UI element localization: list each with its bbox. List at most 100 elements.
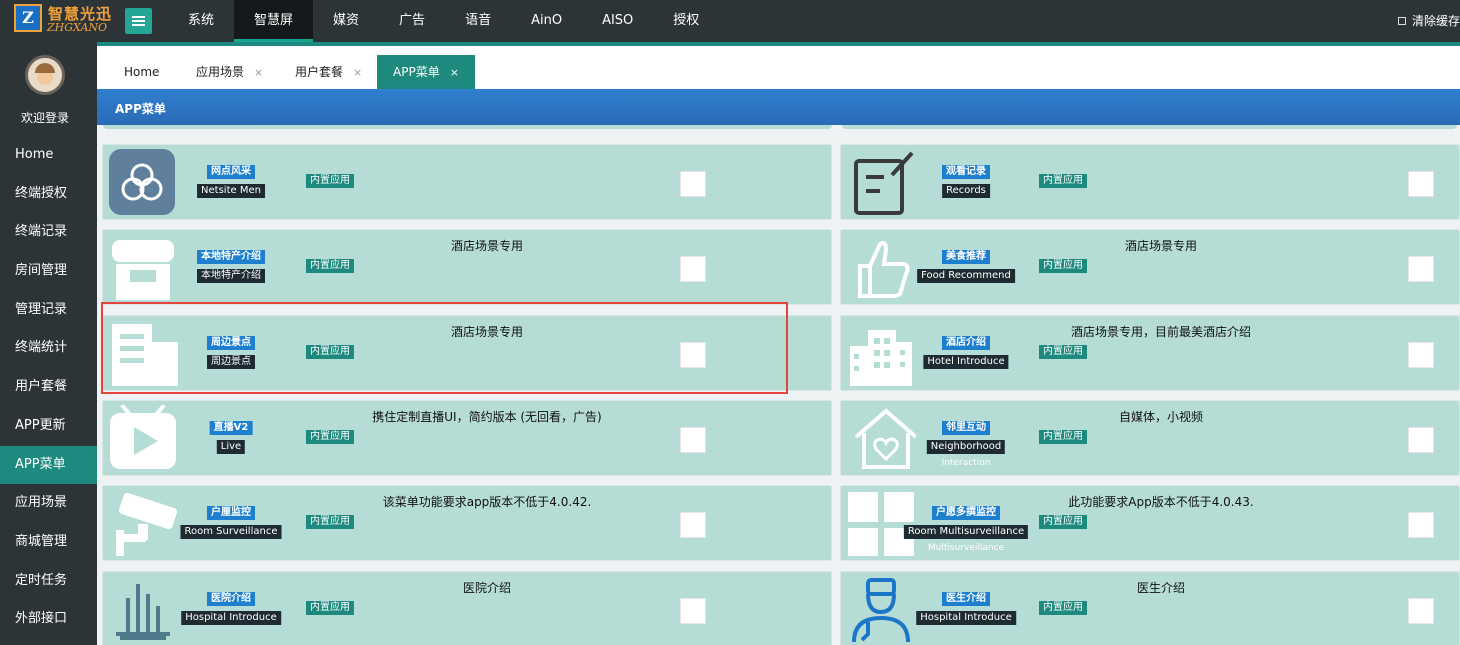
- section-header: APP菜单: [97, 89, 1460, 125]
- app-card[interactable]: 直播V2 Live 内置应用 携住定制直播UI，简约版本 (无回看，广告): [102, 400, 832, 476]
- builtin-app-badge: 内置应用: [1039, 345, 1087, 359]
- app-note: 酒店场景专用: [450, 239, 524, 253]
- app-card[interactable]: 医院介绍 Hospital Introduce 内置应用 医院介绍: [102, 571, 832, 645]
- app-name-cn: 酒店介绍: [942, 336, 990, 350]
- app-name-cn: 邻里互动: [942, 421, 990, 435]
- app-card[interactable]: 酒店介绍 Hotel Introduce 内置应用 酒店场景专用，目前最美酒店介绍: [840, 315, 1460, 391]
- builtin-app-badge: 内置应用: [1039, 259, 1087, 273]
- app-name-cn: 户厘监控: [207, 506, 255, 520]
- app-card[interactable]: 本地特产介绍 本地特产介绍 内置应用 酒店场景专用: [102, 229, 832, 305]
- sidebar-item[interactable]: APP菜单: [0, 445, 97, 485]
- tab-item[interactable]: Home: [124, 55, 184, 89]
- doctor-icon: [846, 576, 916, 643]
- topnav-item[interactable]: AISO: [582, 0, 653, 42]
- hamburger-icon-line: [132, 20, 145, 22]
- app-name-cn: 美食推荐: [942, 250, 990, 264]
- app-card[interactable]: 户厘监控 Room Surveillance 内置应用 该菜单功能要求app版本不低于…: [102, 485, 832, 561]
- trash-icon: [1397, 17, 1406, 25]
- sidebar-item[interactable]: 终端统计: [0, 329, 97, 368]
- app-name-cn: 观看记录: [942, 165, 990, 179]
- app-card[interactable]: 观看记录 Records 内置应用: [840, 144, 1460, 220]
- close-icon[interactable]: ×: [353, 66, 362, 79]
- clear-cache-button[interactable]: 清除缓存: [1397, 0, 1460, 42]
- close-icon[interactable]: ×: [450, 66, 459, 79]
- app-card[interactable]: 美食推荐 Food Recommend 内置应用 酒店场景专用: [840, 229, 1460, 305]
- tab-label: 用户套餐: [295, 65, 344, 79]
- sidebar-item[interactable]: 外部接口: [0, 600, 97, 639]
- flower-icon: [108, 149, 178, 215]
- sidebar-item[interactable]: 终端授权: [0, 175, 97, 214]
- app-note: 此功能要求App版本不低于4.0.43.: [1068, 495, 1254, 509]
- app-enable-checkbox[interactable]: [680, 256, 706, 282]
- tab-item[interactable]: 应用场景 ×: [196, 55, 271, 89]
- close-icon[interactable]: ×: [254, 66, 263, 79]
- hospital-icon: [108, 576, 178, 642]
- app-name-cn: 医生介绍: [942, 592, 990, 606]
- app-name-cn: 医院介绍: [207, 592, 255, 606]
- app-name-en: 本地特产介绍: [197, 269, 265, 283]
- app-enable-checkbox[interactable]: [680, 171, 706, 197]
- topnav-item[interactable]: 媒资: [313, 0, 379, 42]
- app-note: 携住定制直播UI，简约版本 (无回看，广告): [372, 410, 602, 424]
- grid-icon: [846, 490, 916, 556]
- topnav-item[interactable]: 智慧屏: [234, 0, 314, 42]
- sidebar-item[interactable]: 商城管理: [0, 523, 97, 562]
- tab-label: APP菜单: [393, 65, 440, 79]
- card-partial: [103, 125, 832, 129]
- app-card[interactable]: 邻里互动 Neighborhood Interaction 内置应用 自媒体，小视频: [840, 400, 1460, 476]
- app-name-cn: 户愿多撰监控: [932, 506, 1000, 520]
- sidebar-item[interactable]: 管理记录: [0, 291, 97, 330]
- app-enable-checkbox[interactable]: [1408, 512, 1434, 538]
- tab-item[interactable]: APP菜单 ×: [377, 55, 475, 89]
- app-name-en: Room Multisurveillance: [903, 525, 1029, 539]
- app-enable-checkbox[interactable]: [1408, 171, 1434, 197]
- topnav-item[interactable]: 系统: [168, 0, 234, 42]
- app-enable-checkbox[interactable]: [1408, 256, 1434, 282]
- app-note: 医生介绍: [1136, 581, 1186, 595]
- app-name-en: Food Recommend: [917, 269, 1015, 283]
- sidebar-item[interactable]: 定时任务: [0, 562, 97, 601]
- builtin-app-badge: 内置应用: [306, 430, 354, 444]
- topnav-item[interactable]: 语音: [445, 0, 511, 42]
- thumbs-up-icon: [846, 234, 916, 300]
- sidebar-item[interactable]: 终端记录: [0, 213, 97, 252]
- app-note: 酒店场景专用: [1124, 239, 1198, 253]
- topnav-item[interactable]: AinO: [511, 0, 582, 42]
- clear-cache-label: 清除缓存: [1411, 14, 1460, 28]
- app-enable-checkbox[interactable]: [1408, 427, 1434, 453]
- tab-bar: Home 应用场景 × 用户套餐 × APP菜单 ×: [97, 46, 1460, 89]
- tab-item[interactable]: 用户套餐 ×: [295, 55, 370, 89]
- app-enable-checkbox[interactable]: [1408, 598, 1434, 624]
- sidebar: 欢迎登录 Home 终端授权 终端记录 房间管理 管理记录 终端统计 用户套餐 APP更新 AP…: [0, 42, 97, 645]
- topnav-item[interactable]: 授权: [653, 0, 719, 42]
- sidebar-item[interactable]: 用户套餐: [0, 368, 97, 407]
- app-note: 自媒体，小视频: [1118, 410, 1204, 424]
- builtin-app-badge: 内置应用: [1039, 174, 1087, 188]
- app-card[interactable]: 医生介绍 Hospital Introduce 内置应用 医生介绍: [840, 571, 1460, 645]
- sidebar-item[interactable]: 应用场景: [0, 484, 97, 523]
- sidebar-item[interactable]: Home: [0, 136, 97, 175]
- hotel-icon: [846, 320, 916, 386]
- brand-logo[interactable]: Z 智慧光迅 ZHGXANO: [12, 2, 120, 38]
- menu-toggle-button[interactable]: [125, 8, 152, 34]
- app-name-en: Hotel Introduce: [923, 355, 1009, 369]
- app-note: 酒店场景专用，目前最美酒店介绍: [1070, 325, 1252, 339]
- app-enable-checkbox[interactable]: [680, 427, 706, 453]
- app-card[interactable]: 户愿多撰监控 Room Multisurveillance Multisurveil…: [840, 485, 1460, 561]
- brand-name-en: ZHGXANO: [47, 21, 108, 34]
- topnav-item[interactable]: 广告: [379, 0, 445, 42]
- tab-label: 应用场景: [196, 65, 245, 79]
- app-name-en-secondary: Interaction: [941, 458, 991, 468]
- sidebar-item[interactable]: 房间管理: [0, 252, 97, 291]
- section-title: APP菜单: [115, 102, 166, 116]
- app-name-en: Live: [216, 440, 246, 454]
- app-name-en: Hospital Introduce: [916, 611, 1016, 625]
- avatar[interactable]: [25, 55, 65, 95]
- app-enable-checkbox[interactable]: [680, 512, 706, 538]
- builtin-app-badge: 内置应用: [1039, 515, 1087, 529]
- app-name-cn: 直播V2: [209, 421, 253, 435]
- sidebar-item[interactable]: APP更新: [0, 407, 97, 446]
- app-enable-checkbox[interactable]: [680, 598, 706, 624]
- app-enable-checkbox[interactable]: [1408, 342, 1434, 368]
- app-card[interactable]: 网点风采 Netsite Men 内置应用: [102, 144, 832, 220]
